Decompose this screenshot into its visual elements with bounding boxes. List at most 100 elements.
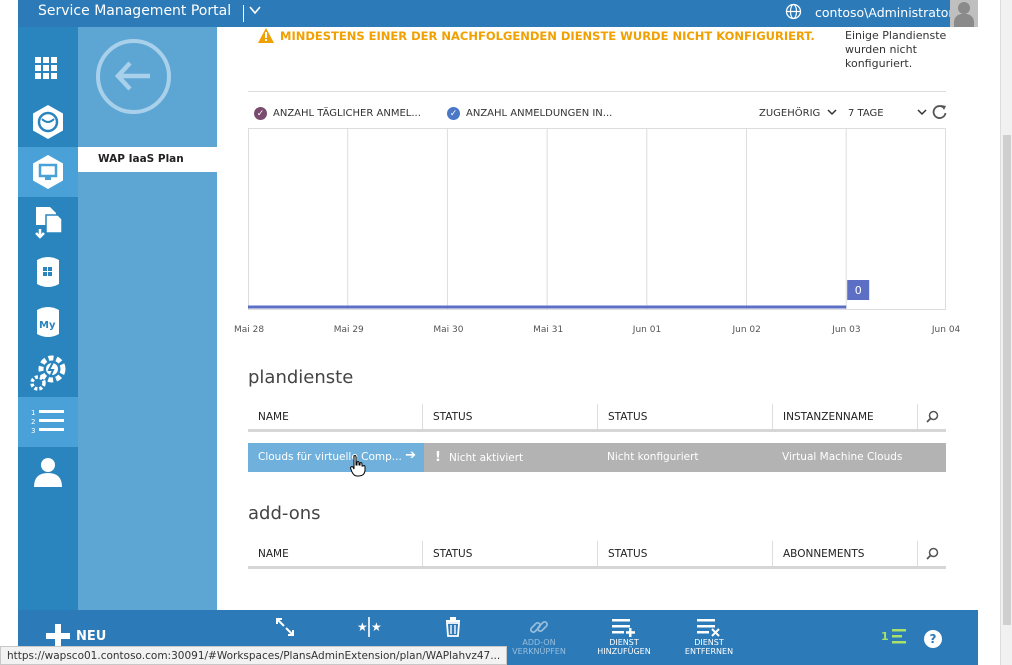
automation-icon[interactable] <box>18 197 78 247</box>
vertical-scrollbar[interactable] <box>1000 0 1012 665</box>
user-accounts-icon[interactable] <box>18 447 78 497</box>
svg-text:My: My <box>39 320 56 331</box>
x-tick-label: Jun 04 <box>931 325 961 335</box>
scrollbar-thumb[interactable] <box>1003 135 1011 625</box>
new-button[interactable]: NEU <box>46 624 106 648</box>
plans-list-icon[interactable]: 123 <box>18 397 78 447</box>
check-icon: ✓ <box>254 107 267 120</box>
add-service-button[interactable]: DIENST HINZUFÜGEN <box>589 616 659 656</box>
divider <box>248 91 946 92</box>
service-provider-gear-icon[interactable] <box>18 347 78 397</box>
col-status[interactable]: STATUS <box>423 404 598 429</box>
instance-name-cell: Virtual Machine Clouds <box>782 451 903 463</box>
x-tick-label: Mai 28 <box>234 325 265 335</box>
col-subscriptions[interactable]: ABONNEMENTS <box>773 541 918 566</box>
all-items-grid-icon[interactable] <box>18 45 78 95</box>
chart-frame <box>248 128 946 310</box>
plandienste-title: plandienste <box>248 367 354 388</box>
svg-text:★: ★ <box>371 620 382 634</box>
expand-button[interactable] <box>250 616 320 638</box>
hand-cursor-icon <box>350 455 366 477</box>
expand-arrows-icon <box>276 618 294 636</box>
col-instance-name[interactable]: INSTANZENNAME <box>773 404 918 429</box>
col-status[interactable]: STATUS <box>423 541 598 566</box>
svg-text:2: 2 <box>31 418 35 426</box>
list-add-icon <box>612 619 635 637</box>
col-status-2[interactable]: STATUS <box>598 541 773 566</box>
addons-title: add-ons <box>248 503 321 524</box>
col-status-2[interactable]: STATUS <box>598 404 773 429</box>
mysql-databases-icon[interactable]: My <box>18 297 78 347</box>
warning-text: MINDESTENS EINER DER NACHFOLGENDEN DIENS… <box>280 28 815 43</box>
counter-value: 1 <box>881 629 889 643</box>
addons-table-header: NAME STATUS STATUS ABONNEMENTS <box>248 541 946 569</box>
arrow-right-icon[interactable]: ➔ <box>405 448 416 463</box>
user-name[interactable]: contoso\Administrator <box>815 5 954 20</box>
svg-text:3: 3 <box>31 427 35 435</box>
operations-list-icon <box>891 629 906 644</box>
remove-service-label: DIENST ENTFERNEN <box>684 638 734 656</box>
x-tick-label: Jun 01 <box>632 325 662 335</box>
svg-text:1: 1 <box>31 409 35 417</box>
x-tick-label: Mai 30 <box>433 325 464 335</box>
plus-icon <box>46 624 70 648</box>
legend-login-count[interactable]: ✓ ANZAHL ANMELDUNGEN IN... <box>447 107 612 120</box>
portal-title[interactable]: Service Management Portal <box>38 3 231 19</box>
sql-databases-icon[interactable] <box>18 247 78 297</box>
legend-label: ANZAHL ANMELDUNGEN IN... <box>466 108 613 119</box>
status-bar-url: https://wapsco01.contoso.com:30091/#Work… <box>0 646 508 665</box>
remove-service-button[interactable]: DIENST ENTFERNEN <box>674 616 744 656</box>
globe-icon[interactable] <box>785 3 802 20</box>
search-icon[interactable] <box>918 541 946 566</box>
compare-button[interactable]: ★ ★ <box>334 616 404 638</box>
data-label: 0 <box>855 284 862 297</box>
svg-text:★: ★ <box>357 620 368 634</box>
new-label: NEU <box>76 628 107 644</box>
status-cell: ! Nicht aktiviert <box>435 450 523 465</box>
scope-chevron-down-icon[interactable] <box>827 107 837 120</box>
x-tick-label: Jun 02 <box>732 325 761 335</box>
status-2-cell: Nicht konfiguriert <box>607 451 699 463</box>
service-name-cell[interactable]: Clouds für virtuelle Comp... ➔ <box>248 443 424 472</box>
range-chevron-down-icon[interactable] <box>917 107 927 120</box>
title-divider <box>243 5 244 22</box>
refresh-icon[interactable] <box>931 104 948 124</box>
portal-menu-chevron-icon[interactable] <box>248 3 262 21</box>
left-nav-rail: My 123 <box>18 27 78 610</box>
col-name[interactable]: NAME <box>248 541 423 566</box>
plans-panel: WAP IaaS Plan <box>78 27 217 610</box>
x-tick-label: Mai 29 <box>333 325 364 335</box>
trash-icon <box>446 617 460 637</box>
delete-button[interactable] <box>418 616 488 638</box>
col-name[interactable]: NAME <box>248 404 423 429</box>
nav-plan-item[interactable]: WAP IaaS Plan <box>78 147 217 172</box>
list-remove-icon <box>697 619 720 637</box>
scope-select[interactable]: ZUGEHÖRIG <box>759 108 820 119</box>
range-select[interactable]: 7 TAGE <box>848 108 884 119</box>
check-icon: ✓ <box>447 107 460 120</box>
help-icon[interactable]: ? <box>924 630 942 648</box>
web-sites-icon[interactable] <box>18 97 78 147</box>
avatar[interactable] <box>950 0 978 27</box>
config-warning: MINDESTENS EINER DER NACHFOLGENDEN DIENS… <box>258 28 815 43</box>
legend-daily-logins[interactable]: ✓ ANZAHL TÄGLICHER ANMEL... <box>254 107 421 120</box>
compare-stars-icon: ★ ★ <box>357 617 382 637</box>
exclamation-icon: ! <box>435 450 441 465</box>
back-arrow-icon[interactable] <box>96 39 171 114</box>
warning-side-note: Einige Plandienste wurden nicht konfigur… <box>845 29 947 70</box>
add-service-label: DIENST HINZUFÜGEN <box>597 638 651 656</box>
x-tick-label: Jun 03 <box>832 325 861 335</box>
operations-counter[interactable]: 1 <box>881 628 907 644</box>
virtual-machines-icon[interactable] <box>18 147 78 197</box>
link-addon-label: ADD-ON VERKNÜPFEN <box>512 638 566 656</box>
logins-chart: 0 <box>248 128 946 310</box>
link-icon <box>529 620 549 634</box>
link-addon-button[interactable]: ADD-ON VERKNÜPFEN <box>504 616 574 656</box>
x-tick-label: Mai 31 <box>533 325 564 335</box>
plandienste-table-header: NAME STATUS STATUS INSTANZENNAME <box>248 404 946 432</box>
status-value: Nicht aktiviert <box>448 452 524 464</box>
warning-icon <box>258 28 274 43</box>
search-icon[interactable] <box>918 404 946 429</box>
service-name[interactable]: Clouds für virtuelle Comp... <box>258 451 402 463</box>
legend-label: ANZAHL TÄGLICHER ANMEL... <box>273 108 421 119</box>
